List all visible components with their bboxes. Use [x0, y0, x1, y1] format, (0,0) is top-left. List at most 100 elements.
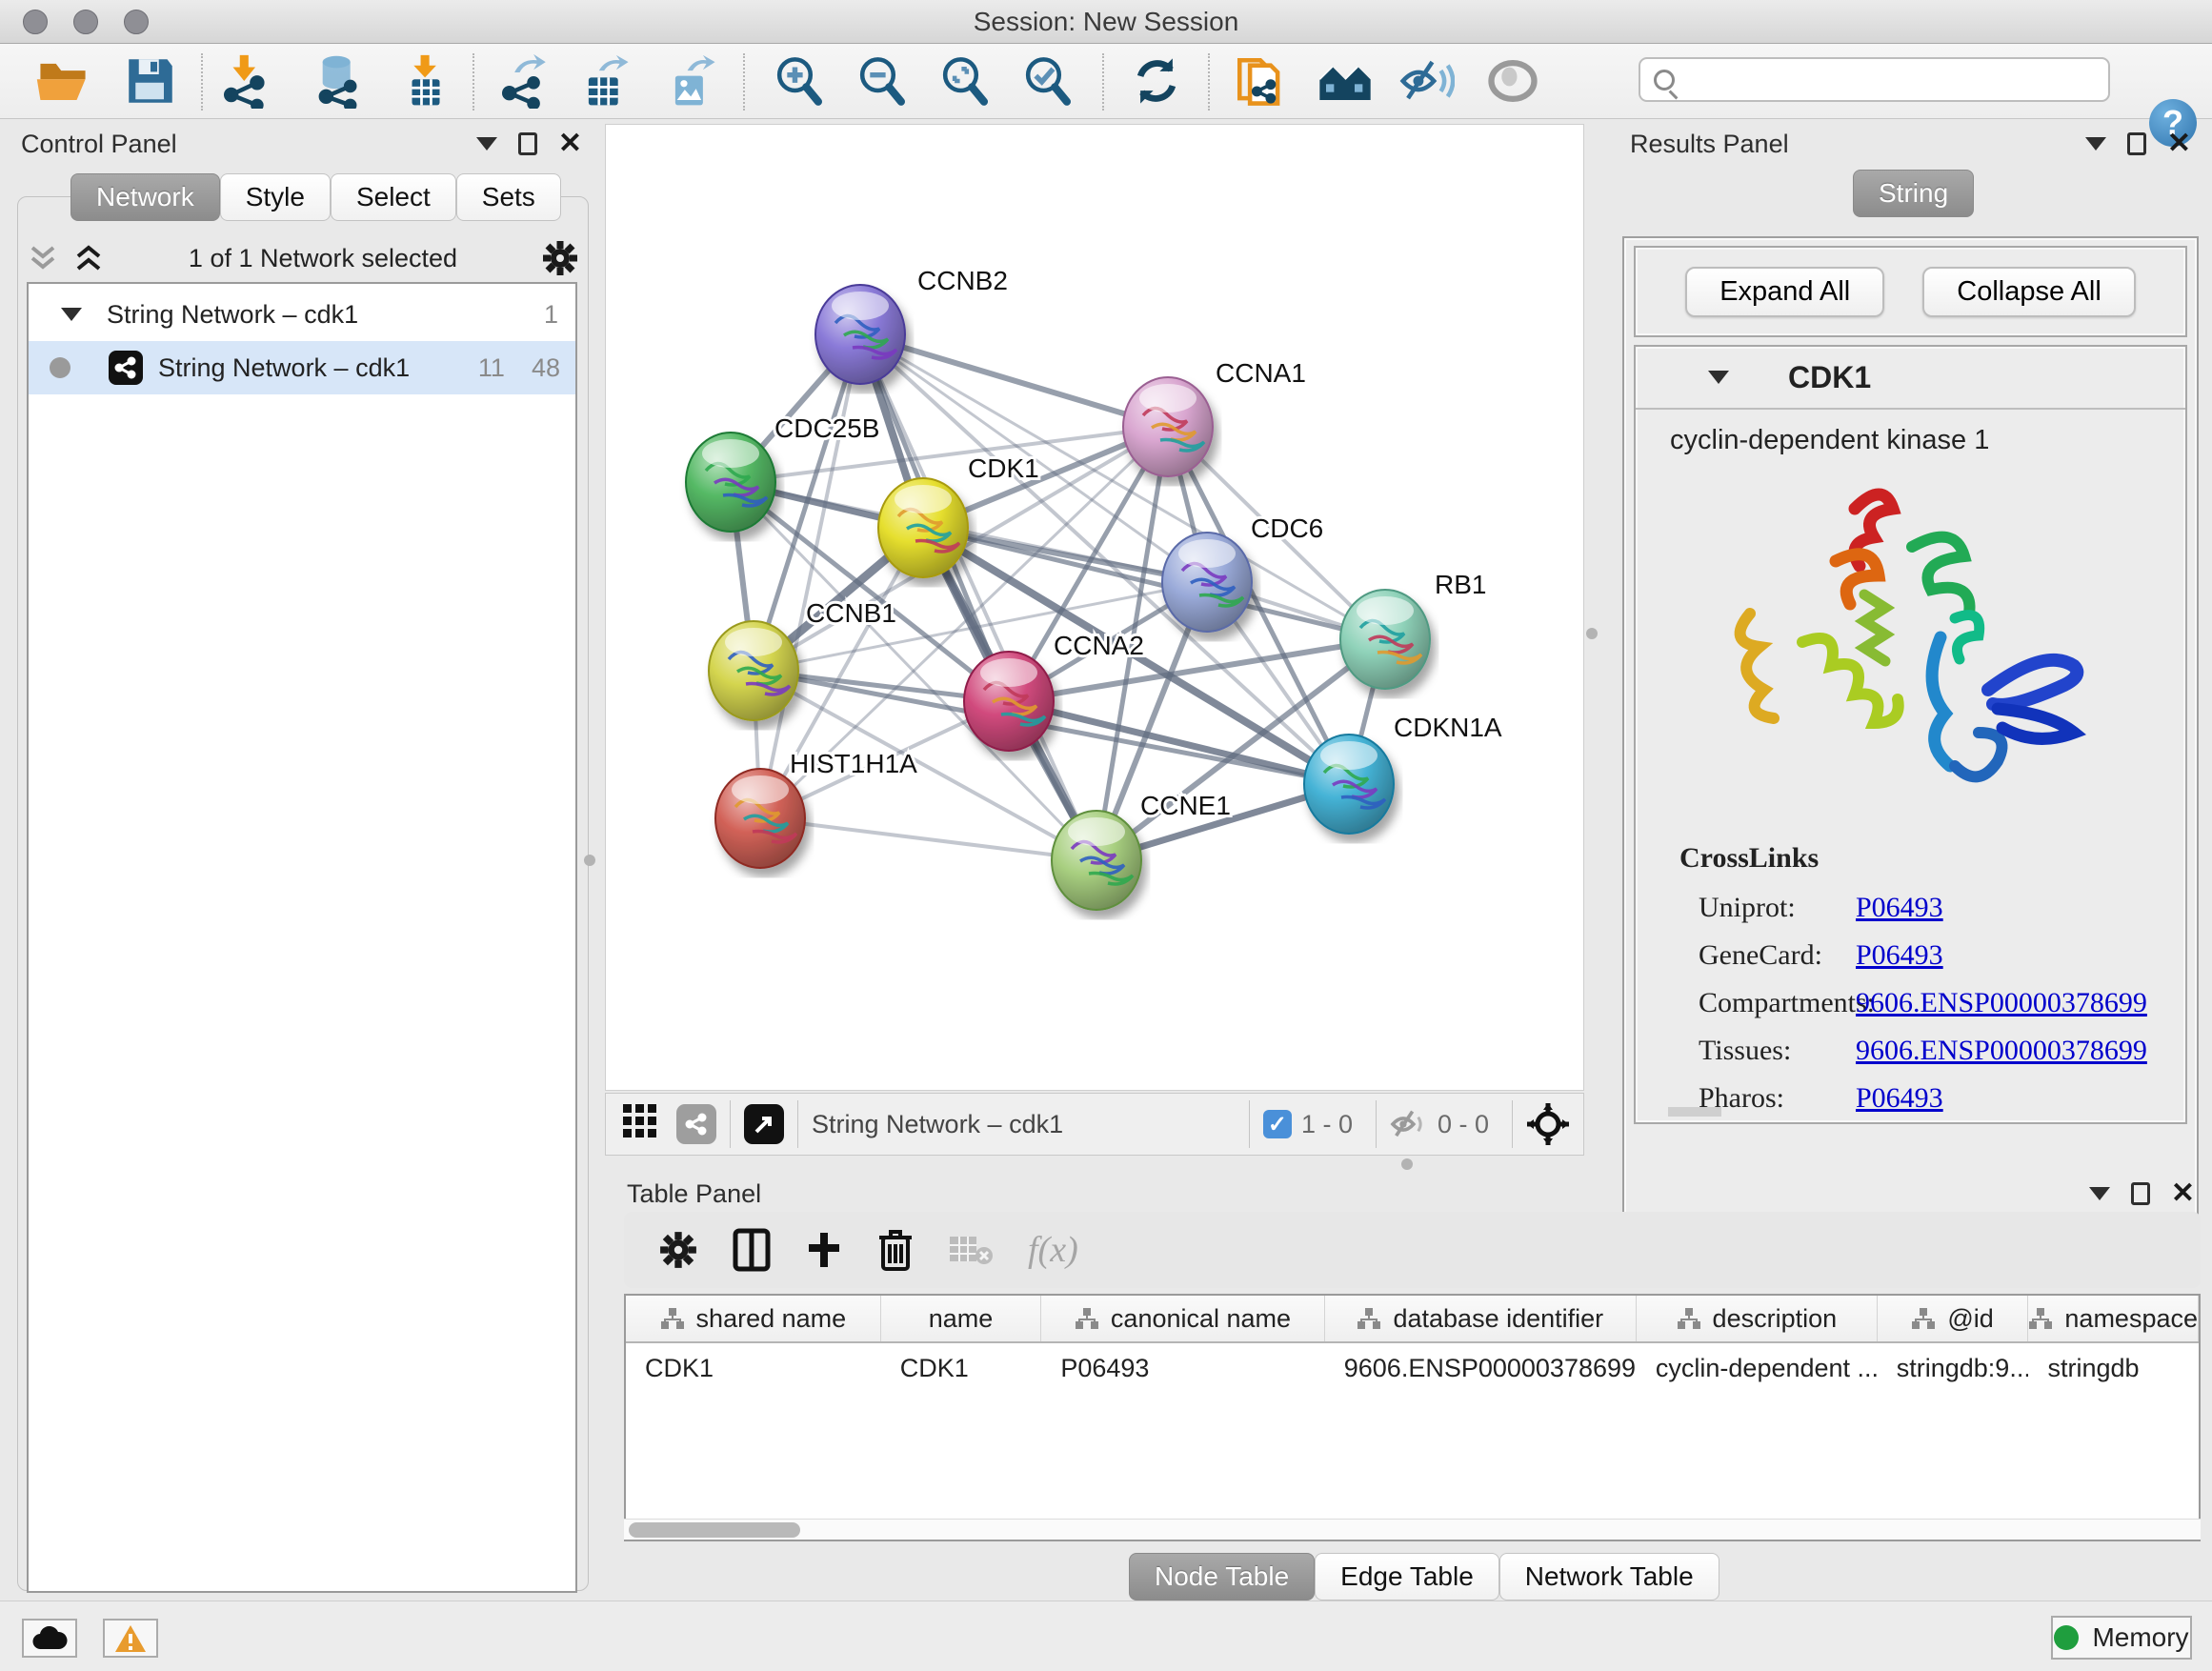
column-header-canonical-name[interactable]: canonical name [1041, 1296, 1324, 1341]
table-options-gear-icon[interactable] [658, 1230, 698, 1270]
column-header-name[interactable]: name [881, 1296, 1042, 1341]
options-gear-icon[interactable] [541, 239, 579, 277]
collapse-all-icon[interactable] [27, 244, 59, 272]
export-table-button[interactable] [575, 50, 636, 111]
import-network-database-button[interactable] [308, 50, 369, 111]
collapse-all-button[interactable]: Collapse All [1922, 267, 2136, 317]
edge-CCNB2-CCNE1[interactable] [860, 334, 1096, 860]
node-table[interactable]: shared namenamecanonical namedatabase id… [624, 1294, 2201, 1541]
delete-column-icon[interactable] [877, 1228, 914, 1272]
tab-string[interactable]: String [1853, 170, 1974, 217]
column-header-namespace[interactable]: namespace [2028, 1296, 2199, 1341]
hide-selected-button[interactable] [1397, 50, 1458, 111]
minimize-window-button[interactable] [73, 10, 98, 34]
open-session-button[interactable] [32, 50, 93, 111]
column-header--id[interactable]: @id [1878, 1296, 2029, 1341]
window-controls[interactable] [23, 10, 149, 34]
search-input[interactable] [1684, 65, 2084, 94]
tab-network[interactable]: Network [70, 173, 220, 221]
tab-sets[interactable]: Sets [456, 173, 561, 221]
open-in-new-window-button[interactable] [744, 1104, 784, 1144]
close-window-button[interactable] [23, 10, 48, 34]
search-box[interactable] [1639, 57, 2110, 102]
selected-checkbox-icon[interactable]: ✓ [1263, 1110, 1292, 1138]
cloud-status-button[interactable] [22, 1619, 77, 1658]
table-row[interactable]: CDK1CDK1P064939606.ENSP00000378699cyclin… [626, 1343, 2199, 1393]
column-header-database-identifier[interactable]: database identifier [1325, 1296, 1637, 1341]
show-columns-icon[interactable] [733, 1228, 771, 1272]
node-RB1[interactable] [1340, 590, 1430, 689]
crosslink-link[interactable]: P06493 [1856, 1082, 1943, 1115]
edge-CCNB2-CCNA1[interactable] [860, 334, 1168, 427]
node-CCNA1[interactable] [1123, 377, 1213, 476]
node-CCNB1[interactable] [709, 621, 798, 720]
birds-eye-view-button[interactable] [621, 1102, 659, 1147]
network-collection-row[interactable]: String Network – cdk1 1 [29, 288, 575, 341]
edge-CCNE1-HIST1H1A[interactable] [760, 818, 1096, 860]
left-splitter-handle[interactable] [584, 855, 595, 866]
refresh-button[interactable] [1126, 50, 1187, 111]
show-eye-button[interactable] [1482, 50, 1543, 111]
scrollbar-thumb[interactable] [629, 1522, 800, 1538]
table-cell[interactable]: cyclin-dependent ... [1637, 1354, 1878, 1383]
zoom-out-button[interactable] [852, 50, 913, 111]
column-header-description[interactable]: description [1637, 1296, 1878, 1341]
protein-header[interactable]: CDK1 [1636, 347, 2185, 410]
node-CDC6[interactable] [1162, 533, 1252, 632]
tab-edge-table[interactable]: Edge Table [1315, 1553, 1499, 1601]
float-panel-icon[interactable] [2131, 1182, 2150, 1205]
table-cell[interactable]: stringdb:9... [1878, 1354, 2029, 1383]
fit-selected-crosshair-icon[interactable] [1526, 1102, 1570, 1146]
warning-status-button[interactable] [103, 1619, 158, 1658]
network-graph[interactable]: CCNB2CCNA1CDC25BCDK1CDC6RB1CCNB1CCNA2CDK… [606, 125, 1583, 1090]
string-view-button[interactable] [676, 1104, 716, 1144]
node-HIST1H1A[interactable] [715, 769, 805, 868]
zoom-selected-button[interactable] [1017, 50, 1078, 111]
tab-style[interactable]: Style [220, 173, 331, 221]
memory-button[interactable]: Memory [2051, 1616, 2192, 1660]
tab-network-table[interactable]: Network Table [1499, 1553, 1719, 1601]
crosslink-link[interactable]: P06493 [1856, 892, 1943, 924]
zoom-fit-button[interactable] [935, 50, 995, 111]
column-header-shared-name[interactable]: shared name [626, 1296, 881, 1341]
home-button[interactable] [1315, 50, 1376, 111]
table-cell[interactable]: P06493 [1041, 1354, 1324, 1383]
node-CCNA2[interactable] [964, 652, 1054, 751]
table-cell[interactable]: stringdb [2028, 1354, 2199, 1383]
network-canvas[interactable]: CCNB2CCNA1CDC25BCDK1CDC6RB1CCNB1CCNA2CDK… [605, 124, 1584, 1091]
crosslink-link[interactable]: P06493 [1856, 939, 1943, 972]
node-CDK1[interactable] [878, 478, 968, 577]
right-splitter-handle[interactable] [1586, 628, 1598, 639]
tab-select[interactable]: Select [331, 173, 456, 221]
tree-expand-icon[interactable] [61, 308, 82, 321]
collapse-panel-icon[interactable] [476, 137, 497, 151]
table-cell[interactable]: CDK1 [881, 1354, 1042, 1383]
network-row[interactable]: String Network – cdk1 11 48 [29, 341, 575, 394]
node-CCNE1[interactable] [1052, 811, 1141, 910]
close-panel-icon[interactable]: ✕ [2171, 1179, 2195, 1208]
zoom-in-button[interactable] [769, 50, 830, 111]
node-CCNB2[interactable] [815, 285, 905, 384]
share-document-button[interactable] [1230, 50, 1291, 111]
collapse-panel-icon[interactable] [2085, 137, 2106, 151]
table-cell[interactable]: 9606.ENSP00000378699 [1325, 1354, 1637, 1383]
import-table-button[interactable] [395, 50, 456, 111]
expand-all-icon[interactable] [72, 244, 105, 272]
save-session-button[interactable] [120, 50, 181, 111]
edge-CCNB2-HIST1H1A[interactable] [760, 334, 860, 818]
import-network-file-button[interactable] [216, 50, 277, 111]
node-CDC25B[interactable] [686, 433, 775, 532]
float-panel-icon[interactable] [2127, 132, 2146, 155]
export-image-button[interactable] [662, 50, 723, 111]
collapse-protein-icon[interactable] [1708, 371, 1729, 384]
tab-node-table[interactable]: Node Table [1129, 1553, 1315, 1601]
bottom-splitter-handle[interactable] [1401, 1158, 1413, 1170]
results-hscrollbar[interactable] [1668, 1107, 1721, 1117]
crosslink-link[interactable]: 9606.ENSP00000378699 [1856, 987, 2147, 1019]
zoom-window-button[interactable] [124, 10, 149, 34]
table-cell[interactable]: CDK1 [626, 1354, 881, 1383]
close-panel-icon[interactable]: ✕ [2167, 130, 2191, 158]
collapse-panel-icon[interactable] [2089, 1187, 2110, 1200]
add-column-icon[interactable] [805, 1231, 843, 1269]
node-CDKN1A[interactable] [1304, 735, 1394, 834]
